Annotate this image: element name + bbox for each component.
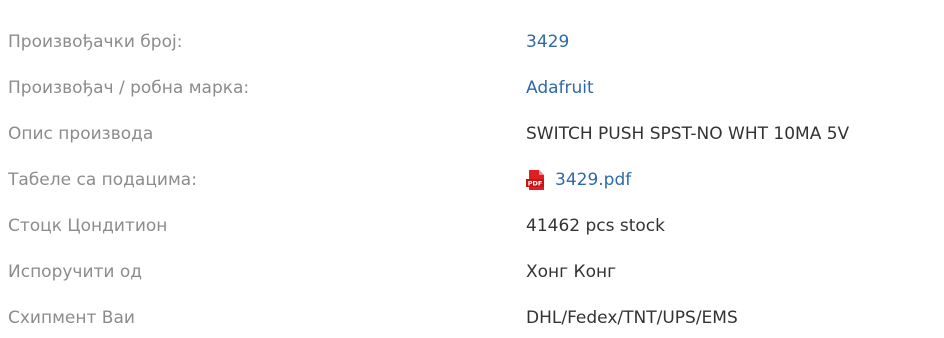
spec-row-shipment-way: Схипмент Ваи DHL/Fedex/TNT/UPS/EMS bbox=[0, 298, 944, 338]
spec-row-stock: Стоцк Цондитион 41462 pcs stock bbox=[0, 206, 944, 246]
shipment-way-value: DHL/Fedex/TNT/UPS/EMS bbox=[526, 308, 738, 328]
part-number-label: Произвођачки број: bbox=[8, 32, 183, 52]
stock-condition-label: Стоцк Цондитион bbox=[8, 216, 168, 236]
datasheets-label: Табеле са подацима: bbox=[8, 170, 197, 190]
ship-from-label: Испоручити од bbox=[8, 262, 143, 282]
datasheet-filename: 3429.pdf bbox=[555, 170, 632, 190]
ship-from-value: Хонг Конг bbox=[526, 262, 617, 282]
description-label: Опис производа bbox=[8, 124, 154, 144]
datasheet-pdf-link[interactable]: PDF 3429.pdf bbox=[526, 160, 631, 200]
pdf-icon: PDF bbox=[526, 170, 546, 190]
part-number-link[interactable]: 3429 bbox=[526, 22, 569, 62]
spec-row-ship-from: Испоручити од Хонг Конг bbox=[0, 252, 944, 292]
shipment-way-label: Схипмент Ваи bbox=[8, 308, 135, 328]
manufacturer-label: Произвођач / робна марка: bbox=[8, 78, 250, 98]
manufacturer-link[interactable]: Adafruit bbox=[526, 68, 594, 108]
pdf-icon-text: PDF bbox=[528, 180, 543, 188]
spec-row-manufacturer: Произвођач / робна марка: Adafruit bbox=[0, 68, 944, 108]
spec-row-part-number: Произвођачки број: 3429 bbox=[0, 22, 944, 62]
spec-row-datasheets: Табеле са подацима: PDF 3429.pdf bbox=[0, 160, 944, 200]
description-value: SWITCH PUSH SPST-NO WHT 10MA 5V bbox=[526, 124, 850, 144]
stock-condition-value: 41462 pcs stock bbox=[526, 216, 665, 236]
spec-row-description: Опис производа SWITCH PUSH SPST-NO WHT 1… bbox=[0, 114, 944, 154]
